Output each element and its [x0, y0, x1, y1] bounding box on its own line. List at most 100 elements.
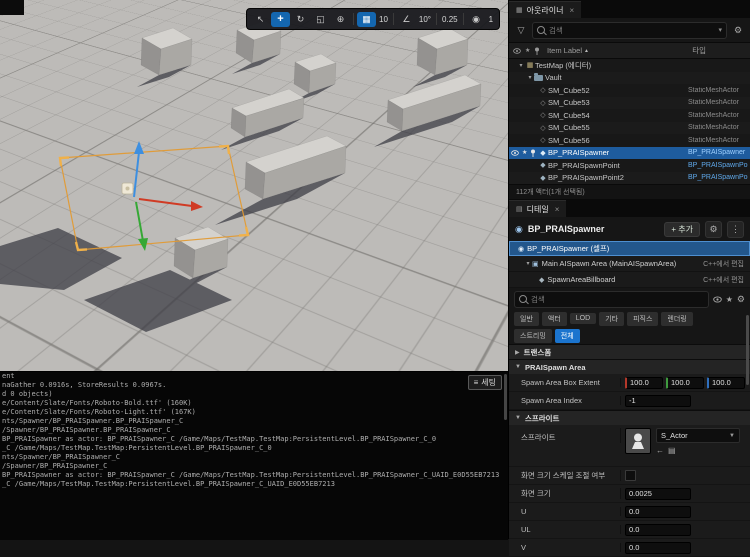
selected-object-name: BP_PRAISpawner: [527, 224, 605, 234]
box-extent-x-field[interactable]: 100.0: [625, 376, 663, 389]
expand-arrow-icon[interactable]: ▾: [517, 62, 525, 69]
outliner-row-sm-cube52[interactable]: ◇ SM_Cube52 StaticMeshActor: [509, 84, 750, 97]
outliner-row-sm-cube56[interactable]: ◇ SM_Cube56 StaticMeshActor: [509, 134, 750, 147]
cube[interactable]: [293, 53, 337, 94]
select-tool-icon[interactable]: ↖: [251, 12, 270, 27]
filter-chip-physics[interactable]: 피직스: [627, 311, 659, 326]
section-transform[interactable]: ▶ 트랜스폼: [509, 344, 750, 359]
item-label-column-header[interactable]: Item Label: [547, 46, 582, 55]
eye-icon[interactable]: [713, 295, 722, 303]
outliner-row-label: BP_PRAISpawner: [548, 148, 610, 158]
star-icon[interactable]: ★: [522, 149, 527, 156]
cpp-edit-link[interactable]: C++에서 편집: [703, 259, 744, 269]
gear-icon[interactable]: ⚙: [737, 294, 745, 305]
section-praispawn-area[interactable]: ▼ PRAISpawn Area: [509, 359, 750, 374]
spawn-index-field[interactable]: -1: [625, 394, 691, 407]
filter-chip-all[interactable]: 전체: [554, 328, 580, 343]
sprite-asset-dropdown[interactable]: S_Actor ▼: [656, 428, 740, 443]
details-scrollbar[interactable]: [746, 315, 749, 385]
world-local-toggle-icon[interactable]: ⊕: [331, 12, 350, 27]
chevron-down-icon[interactable]: ▾: [718, 26, 722, 34]
component-row-spawnareabillboard[interactable]: ◆ SpawnAreaBillboard C++에서 편집: [509, 272, 750, 288]
outliner-row-sm-cube53[interactable]: ◇ SM_Cube53 StaticMeshActor: [509, 96, 750, 109]
outliner-row-type-link[interactable]: BP_PRAISpawnPoint: [688, 162, 748, 169]
scale-tool-icon[interactable]: ◱: [311, 12, 330, 27]
section-label: 스프라이트: [524, 413, 560, 423]
section-sprite[interactable]: ▼ 스프라이트: [509, 410, 750, 425]
u-field[interactable]: 0.0: [625, 505, 691, 518]
expand-arrow-icon[interactable]: ▾: [526, 74, 534, 81]
asset-tools: ← ▤: [656, 446, 740, 455]
box-extent-z-field[interactable]: 100.0: [707, 376, 745, 389]
type-column-header[interactable]: 타입: [692, 45, 706, 56]
filter-chip-lod[interactable]: LOD: [569, 313, 597, 324]
outliner-row-type-link[interactable]: BP_PRAISpawner: [688, 149, 748, 156]
details-tab-label: 디테일: [526, 204, 549, 214]
translate-tool-icon[interactable]: +: [271, 11, 290, 27]
log-line: e/Content/Slate/Fonts/Roboto-Bold.ttf' (…: [2, 399, 192, 407]
screen-size-field[interactable]: 0.0025: [625, 487, 691, 500]
outliner-row-bp-praispawnpoint2[interactable]: ◆ BP_PRAISpawnPoint2 BP_PRAISpawnPoint: [509, 171, 750, 184]
cube[interactable]: [230, 88, 305, 138]
log-scrollbar[interactable]: [504, 374, 507, 420]
filter-chip-misc[interactable]: 기타: [599, 311, 625, 326]
tab-outliner[interactable]: ▦ 아웃라이너 ×: [509, 1, 582, 18]
grid-snap-value[interactable]: 10: [377, 15, 390, 24]
outliner-search-input[interactable]: 검색 ▾: [532, 21, 727, 39]
filter-chip-streaming[interactable]: 스트리밍: [514, 328, 552, 343]
details-search-input[interactable]: 검색: [514, 290, 709, 308]
log-line: e/Content/Slate/Fonts/Roboto-Light.ttf' …: [2, 408, 196, 416]
box-extent-y-field[interactable]: 100.0: [666, 376, 704, 389]
level-viewport[interactable]: ↖ + ↻ ◱ ⊕ ▦ 10 ∠ 10° 0.25 ◉ 1: [0, 0, 508, 371]
filter-chip-actor[interactable]: 액터: [541, 311, 567, 326]
pin-icon[interactable]: [530, 149, 536, 157]
filter-icon[interactable]: ▽: [514, 25, 528, 36]
filter-chip-rendering[interactable]: 렌더링: [661, 311, 693, 326]
favorite-star-icon[interactable]: ★: [726, 295, 733, 304]
outliner-row-bp-praispawner[interactable]: ★ ◆ BP_PRAISpawner BP_PRAISpawner: [509, 146, 750, 159]
eye-icon[interactable]: [513, 47, 521, 54]
details-settings-icon[interactable]: ⚙: [705, 220, 722, 238]
use-selected-asset-icon[interactable]: ←: [656, 446, 664, 455]
sprite-thumbnail[interactable]: [625, 428, 651, 454]
gizmo-z-axis[interactable]: [133, 141, 144, 198]
spawner-billboard-sprite[interactable]: [121, 182, 134, 195]
v-field[interactable]: 0.0: [625, 541, 691, 554]
screen-size-scale-checkbox[interactable]: [625, 470, 636, 481]
gizmo-x-axis[interactable]: [138, 198, 203, 211]
gizmo-y-axis[interactable]: [135, 201, 148, 251]
scale-snap-value[interactable]: 0.25: [440, 15, 460, 24]
expand-arrow-icon[interactable]: ▾: [524, 260, 532, 267]
ul-field[interactable]: 0.0: [625, 523, 691, 536]
rotation-snap-value[interactable]: 10°: [417, 15, 433, 24]
close-icon[interactable]: ×: [555, 205, 560, 214]
grid-snap-icon[interactable]: ▦: [357, 11, 376, 27]
outliner-row-bp-praispawnpoint[interactable]: ◆ BP_PRAISpawnPoint BP_PRAISpawnPoint: [509, 159, 750, 172]
outliner-row-sm-cube54[interactable]: ◇ SM_Cube54 StaticMeshActor: [509, 109, 750, 122]
outliner-settings-icon[interactable]: ⚙: [731, 25, 745, 36]
outliner-row-sm-cube55[interactable]: ◇ SM_Cube55 StaticMeshActor: [509, 121, 750, 134]
eye-icon[interactable]: [511, 150, 519, 156]
rotate-tool-icon[interactable]: ↻: [291, 12, 310, 27]
camera-speed-value[interactable]: 1: [487, 15, 495, 24]
outliner-column-header[interactable]: ★ Item Label ▲ 타입: [509, 42, 750, 59]
cpp-edit-link[interactable]: C++에서 편집: [703, 275, 744, 285]
camera-speed-icon[interactable]: ◉: [467, 12, 486, 27]
component-row-self[interactable]: ◉ BP_PRAISpawner (셀프): [509, 241, 750, 256]
add-component-button[interactable]: + 추가: [664, 221, 700, 237]
star-icon[interactable]: ★: [525, 47, 530, 54]
output-log-panel[interactable]: ent naGather 0.0916s, StoreResults 0.096…: [0, 371, 508, 540]
filter-chip-general[interactable]: 일반: [514, 311, 539, 326]
property-row-u: U 0.0: [509, 503, 750, 521]
outliner-row-vault[interactable]: ▾ Vault: [509, 71, 750, 84]
rotation-snap-icon[interactable]: ∠: [397, 12, 416, 27]
close-icon[interactable]: ×: [569, 6, 574, 15]
outliner-row-testmap[interactable]: ▾ ▦ TestMap (에디터): [509, 59, 750, 72]
outliner-row-type-link[interactable]: BP_PRAISpawnPoint: [688, 174, 748, 181]
tab-details[interactable]: ▤ 디테일 ×: [509, 200, 567, 217]
browse-asset-icon[interactable]: ▤: [668, 446, 676, 455]
more-options-icon[interactable]: ⋮: [727, 220, 744, 238]
pin-icon[interactable]: [534, 47, 540, 55]
component-row-main-aispawn-area[interactable]: ▾ ▣ Main AISpawn Area (MainAISpawnArea) …: [509, 256, 750, 272]
log-settings-button[interactable]: ≡ 세팅: [467, 375, 502, 390]
